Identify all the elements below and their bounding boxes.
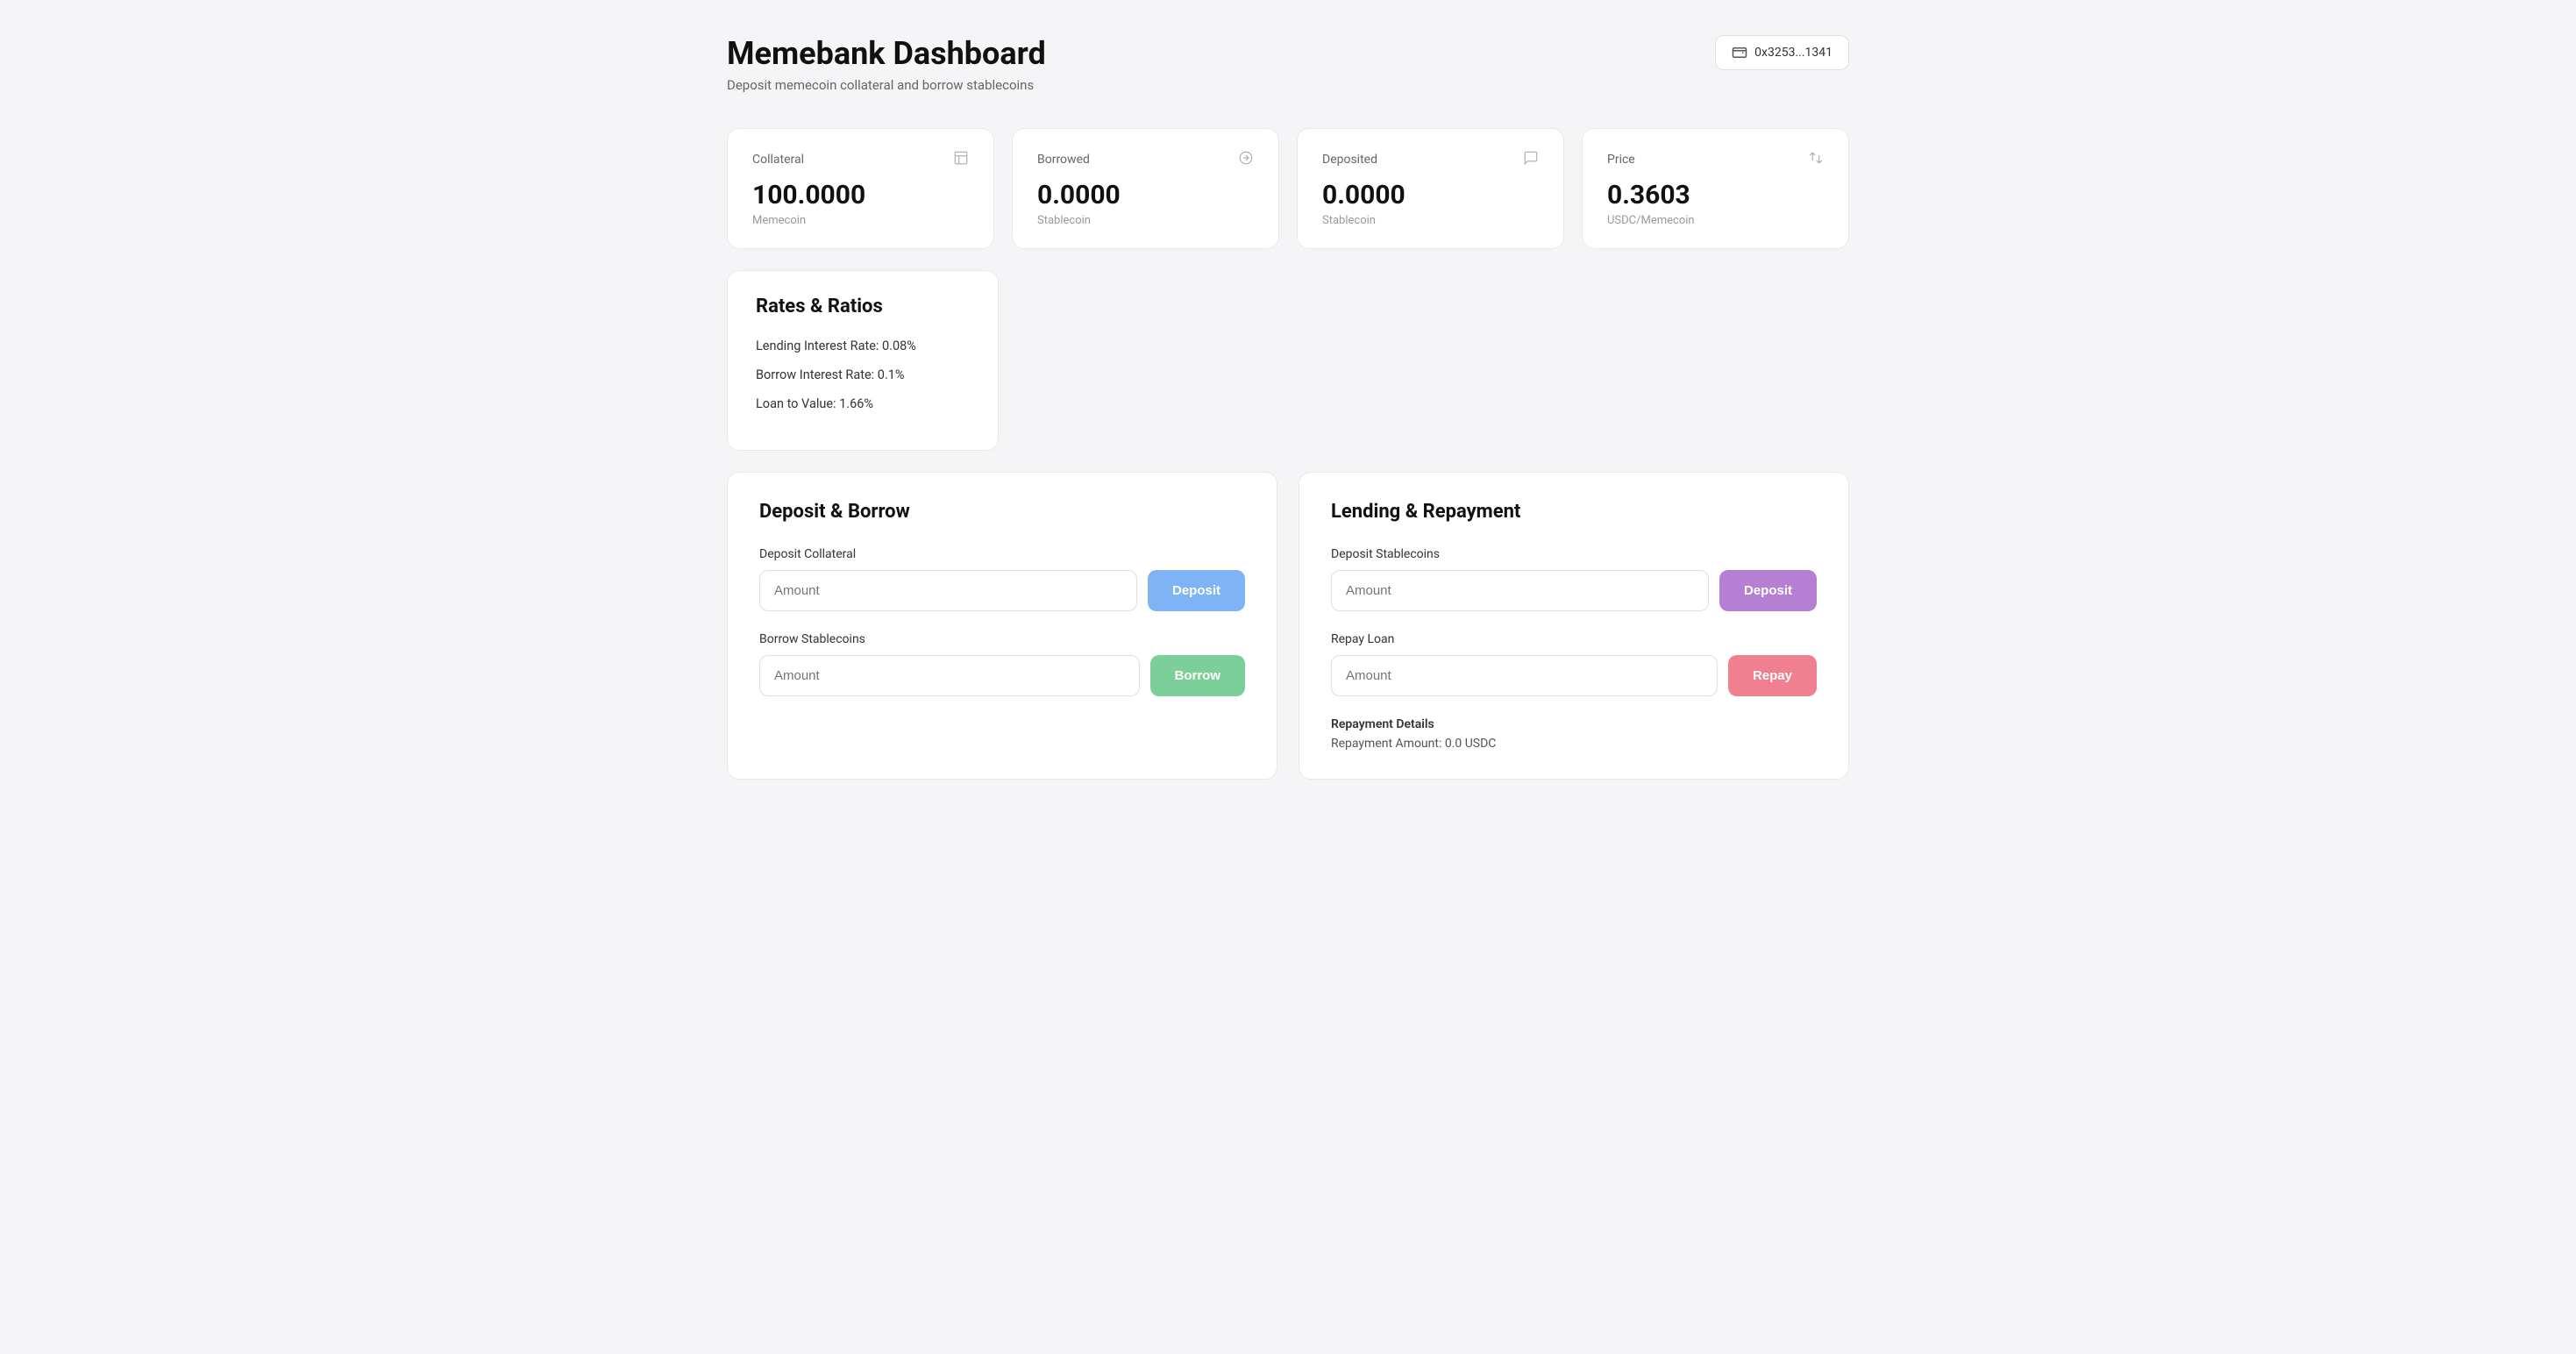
deposit-collateral-group: Deposit Collateral Deposit: [759, 547, 1245, 611]
deposit-collateral-input-row: Deposit: [759, 570, 1245, 611]
stat-value-deposited: 0.0000: [1322, 180, 1539, 210]
page-subtitle: Deposit memecoin collateral and borrow s…: [727, 77, 1046, 93]
deposit-stablecoins-input-row: Deposit: [1331, 570, 1817, 611]
stat-card-price: Price 0.3603 USDC/Memecoin: [1582, 128, 1849, 249]
rate-ltv: Loan to Value: 1.66%: [756, 396, 970, 411]
deposit-borrow-panel: Deposit & Borrow Deposit Collateral Depo…: [727, 472, 1277, 780]
stat-label-price: Price: [1607, 153, 1635, 167]
page-header: Memebank Dashboard Deposit memecoin coll…: [727, 35, 1849, 93]
repayment-amount: Repayment Amount: 0.0 USDC: [1331, 737, 1817, 751]
repayment-details: Repayment Details Repayment Amount: 0.0 …: [1331, 717, 1817, 751]
price-icon: [1808, 150, 1824, 169]
stat-card-collateral: Collateral 100.0000 Memecoin: [727, 128, 994, 249]
stat-label-deposited: Deposited: [1322, 153, 1377, 167]
deposit-borrow-title: Deposit & Borrow: [759, 501, 1245, 523]
stat-card-header: Collateral: [752, 150, 969, 169]
stat-card-borrowed: Borrowed 0.0000 Stablecoin: [1012, 128, 1279, 249]
rate-lending: Lending Interest Rate: 0.08%: [756, 338, 970, 353]
rate-borrow: Borrow Interest Rate: 0.1%: [756, 367, 970, 382]
stat-unit-borrowed: Stablecoin: [1037, 214, 1254, 227]
stats-row: Collateral 100.0000 Memecoin Borrowed: [727, 128, 1849, 249]
borrow-stablecoins-input[interactable]: [759, 655, 1140, 696]
borrow-stablecoins-label: Borrow Stablecoins: [759, 632, 1245, 646]
wallet-icon: [1732, 45, 1747, 61]
deposit-stablecoins-label: Deposit Stablecoins: [1331, 547, 1817, 561]
stat-value-borrowed: 0.0000: [1037, 180, 1254, 210]
borrow-stablecoins-button[interactable]: Borrow: [1150, 655, 1246, 696]
rates-card: Rates & Ratios Lending Interest Rate: 0.…: [727, 270, 999, 451]
header-left: Memebank Dashboard Deposit memecoin coll…: [727, 35, 1046, 93]
deposit-stablecoins-group: Deposit Stablecoins Deposit: [1331, 547, 1817, 611]
wallet-address: 0x3253...1341: [1754, 46, 1832, 60]
page-title: Memebank Dashboard: [727, 35, 1046, 72]
lending-repayment-title: Lending & Repayment: [1331, 501, 1817, 523]
stat-unit-deposited: Stablecoin: [1322, 214, 1539, 227]
deposit-stablecoins-button[interactable]: Deposit: [1719, 570, 1817, 611]
deposit-collateral-input[interactable]: [759, 570, 1137, 611]
wallet-badge[interactable]: 0x3253...1341: [1715, 35, 1849, 70]
stat-card-header-borrowed: Borrowed: [1037, 150, 1254, 169]
repay-loan-input[interactable]: [1331, 655, 1718, 696]
stat-unit-price: USDC/Memecoin: [1607, 214, 1824, 227]
stat-unit-collateral: Memecoin: [752, 214, 969, 227]
deposit-collateral-button[interactable]: Deposit: [1148, 570, 1245, 611]
deposit-stablecoins-input[interactable]: [1331, 570, 1709, 611]
stat-card-deposited: Deposited 0.0000 Stablecoin: [1297, 128, 1564, 249]
stat-label-borrowed: Borrowed: [1037, 153, 1090, 167]
borrow-stablecoins-group: Borrow Stablecoins Borrow: [759, 632, 1245, 696]
stat-card-header-price: Price: [1607, 150, 1824, 169]
rates-title: Rates & Ratios: [756, 296, 970, 317]
repay-loan-button[interactable]: Repay: [1728, 655, 1817, 696]
borrow-stablecoins-input-row: Borrow: [759, 655, 1245, 696]
deposited-icon: [1523, 150, 1539, 169]
stat-card-header-deposited: Deposited: [1322, 150, 1539, 169]
deposit-collateral-label: Deposit Collateral: [759, 547, 1245, 561]
repay-loan-group: Repay Loan Repay: [1331, 632, 1817, 696]
collateral-icon: [953, 150, 969, 169]
stat-value-collateral: 100.0000: [752, 180, 969, 210]
lending-repayment-panel: Lending & Repayment Deposit Stablecoins …: [1299, 472, 1849, 780]
repay-loan-label: Repay Loan: [1331, 632, 1817, 646]
stat-value-price: 0.3603: [1607, 180, 1824, 210]
repayment-details-title: Repayment Details: [1331, 717, 1817, 731]
repay-loan-input-row: Repay: [1331, 655, 1817, 696]
panels-row: Deposit & Borrow Deposit Collateral Depo…: [727, 472, 1849, 780]
borrowed-icon: [1238, 150, 1254, 169]
stat-label-collateral: Collateral: [752, 153, 804, 167]
